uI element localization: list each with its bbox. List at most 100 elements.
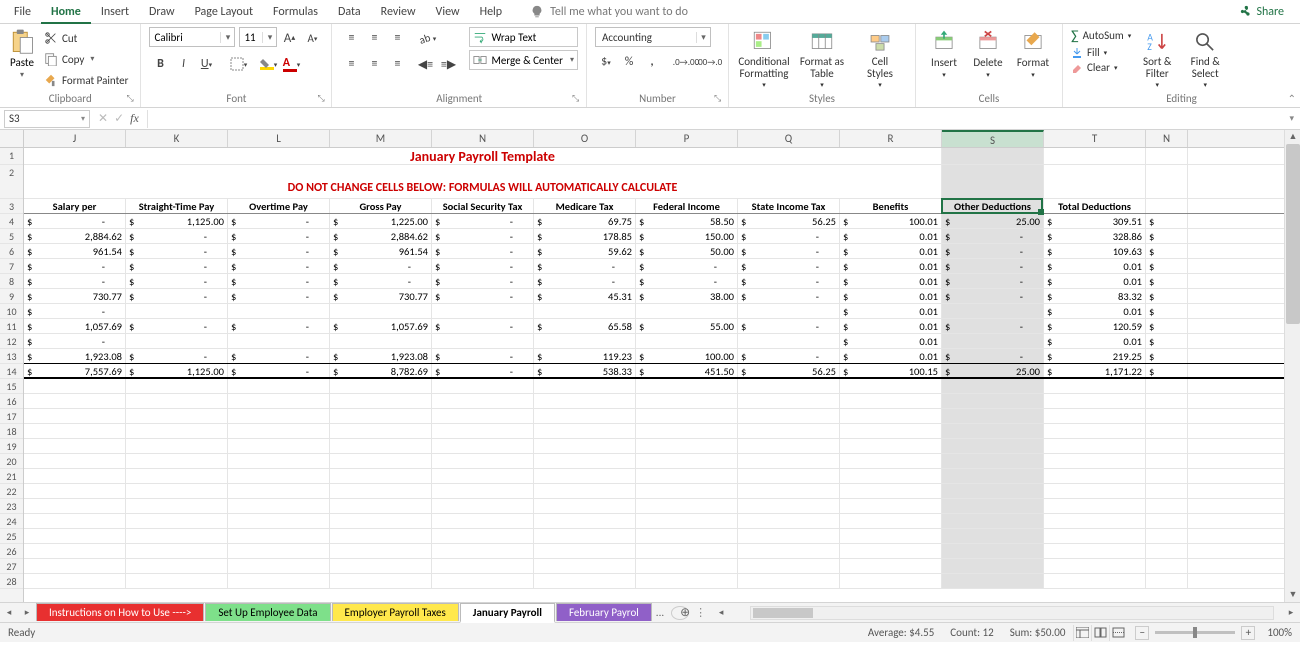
cell[interactable] — [636, 499, 738, 513]
cell[interactable] — [840, 559, 942, 573]
col-header-M[interactable]: M — [330, 130, 432, 147]
cell[interactable] — [228, 529, 330, 543]
cell[interactable] — [126, 559, 228, 573]
cell[interactable] — [228, 454, 330, 468]
cell[interactable]: $100.15 — [840, 364, 942, 377]
cell[interactable]: $ — [1146, 259, 1188, 273]
clear-button[interactable]: Clear▾ — [1071, 61, 1131, 74]
row-header-27[interactable]: 27 — [0, 559, 23, 574]
menu-tab-formulas[interactable]: Formulas — [263, 2, 328, 22]
cell[interactable]: $ — [1146, 244, 1188, 258]
cell[interactable] — [738, 394, 840, 408]
row-header-14[interactable]: 14 — [0, 364, 23, 379]
cell[interactable]: $83.32 — [1044, 289, 1146, 303]
cell[interactable] — [330, 469, 432, 483]
cell[interactable]: $1,057.69 — [24, 319, 126, 333]
cell[interactable]: $- — [432, 229, 534, 243]
column-headers[interactable]: JKLMNOPQRSTN — [24, 130, 1284, 148]
cell[interactable] — [330, 529, 432, 543]
chevron-down-icon[interactable]: ▾ — [81, 114, 85, 124]
cell[interactable] — [942, 394, 1044, 408]
row-header-7[interactable]: 7 — [0, 259, 23, 274]
sheet-tab[interactable]: Set Up Employee Data — [205, 603, 330, 621]
cell[interactable]: $- — [126, 229, 228, 243]
cell[interactable]: January Payroll Template — [24, 148, 942, 164]
cell[interactable]: $- — [126, 274, 228, 288]
cell[interactable] — [228, 304, 330, 318]
align-bottom-icon[interactable]: ≡ — [386, 27, 408, 49]
sheet-tab[interactable]: Instructions on How to Use ----> — [36, 603, 204, 621]
cell[interactable] — [330, 559, 432, 573]
cell[interactable]: Total Deductions — [1044, 199, 1146, 213]
cell[interactable] — [1044, 544, 1146, 558]
font-name-box[interactable]: ▾ — [149, 27, 235, 47]
col-header-S[interactable]: S — [942, 130, 1044, 147]
cell[interactable]: $- — [942, 259, 1044, 273]
col-header-N[interactable]: N — [1146, 130, 1188, 147]
row-header-24[interactable]: 24 — [0, 514, 23, 529]
cell[interactable]: $- — [126, 289, 228, 303]
cell[interactable] — [24, 454, 126, 468]
insert-cells-button[interactable]: Insert▾ — [924, 27, 964, 79]
cell[interactable] — [228, 394, 330, 408]
cell[interactable] — [942, 529, 1044, 543]
cell[interactable]: $- — [228, 349, 330, 363]
col-header-N[interactable]: N — [432, 130, 534, 147]
font-size-input[interactable] — [240, 31, 262, 44]
cell[interactable]: $730.77 — [330, 289, 432, 303]
cell[interactable]: $38.00 — [636, 289, 738, 303]
sheet-tab[interactable]: January Payroll — [460, 603, 555, 623]
cell[interactable] — [942, 379, 1044, 393]
scroll-right-icon[interactable]: ▸ — [1282, 607, 1300, 618]
cell[interactable] — [1146, 454, 1188, 468]
scroll-left-icon[interactable]: ◂ — [712, 607, 730, 618]
align-center-icon[interactable]: ≡ — [363, 53, 385, 75]
cell[interactable]: $- — [126, 259, 228, 273]
cell[interactable]: $- — [228, 364, 330, 377]
cell[interactable] — [636, 529, 738, 543]
scroll-thumb[interactable] — [1286, 144, 1300, 324]
cell[interactable] — [1146, 379, 1188, 393]
cell[interactable] — [636, 334, 738, 348]
cell[interactable] — [738, 409, 840, 423]
cell[interactable] — [330, 334, 432, 348]
cell[interactable] — [636, 304, 738, 318]
cell[interactable] — [228, 559, 330, 573]
merge-center-button[interactable]: Merge & Center▾ — [469, 50, 578, 70]
cell[interactable] — [1044, 379, 1146, 393]
row-header-6[interactable]: 6 — [0, 244, 23, 259]
cell[interactable] — [24, 379, 126, 393]
cell[interactable] — [534, 469, 636, 483]
cell[interactable] — [432, 424, 534, 438]
col-header-P[interactable]: P — [636, 130, 738, 147]
cell[interactable]: $- — [942, 229, 1044, 243]
cell[interactable] — [24, 544, 126, 558]
menu-tab-insert[interactable]: Insert — [91, 2, 139, 22]
cell[interactable] — [432, 559, 534, 573]
row-header-28[interactable]: 28 — [0, 574, 23, 589]
page-break-view-icon[interactable] — [1109, 625, 1127, 641]
cell[interactable]: $- — [432, 349, 534, 363]
cut-button[interactable]: Cut — [40, 29, 81, 47]
align-middle-icon[interactable]: ≡ — [363, 27, 385, 49]
cell[interactable] — [942, 544, 1044, 558]
comma-button[interactable]: , — [641, 51, 663, 73]
cell[interactable] — [126, 484, 228, 498]
alignment-launcher-icon[interactable]: ⤡ — [572, 93, 584, 105]
cell[interactable] — [534, 409, 636, 423]
cell[interactable] — [840, 484, 942, 498]
cell[interactable] — [24, 469, 126, 483]
format-painter-button[interactable]: Format Painter — [40, 71, 132, 89]
number-launcher-icon[interactable]: ⤡ — [714, 93, 726, 105]
cell[interactable]: $219.25 — [1044, 349, 1146, 363]
cell[interactable] — [432, 304, 534, 318]
align-top-icon[interactable]: ≡ — [340, 27, 362, 49]
cell[interactable]: $100.00 — [636, 349, 738, 363]
cell[interactable] — [126, 394, 228, 408]
cell[interactable]: $25.00 — [942, 214, 1044, 228]
cell[interactable]: $0.01 — [840, 304, 942, 318]
cell[interactable]: $ — [1146, 289, 1188, 303]
cell[interactable] — [24, 439, 126, 453]
cell[interactable]: $- — [432, 364, 534, 377]
cell[interactable] — [840, 544, 942, 558]
